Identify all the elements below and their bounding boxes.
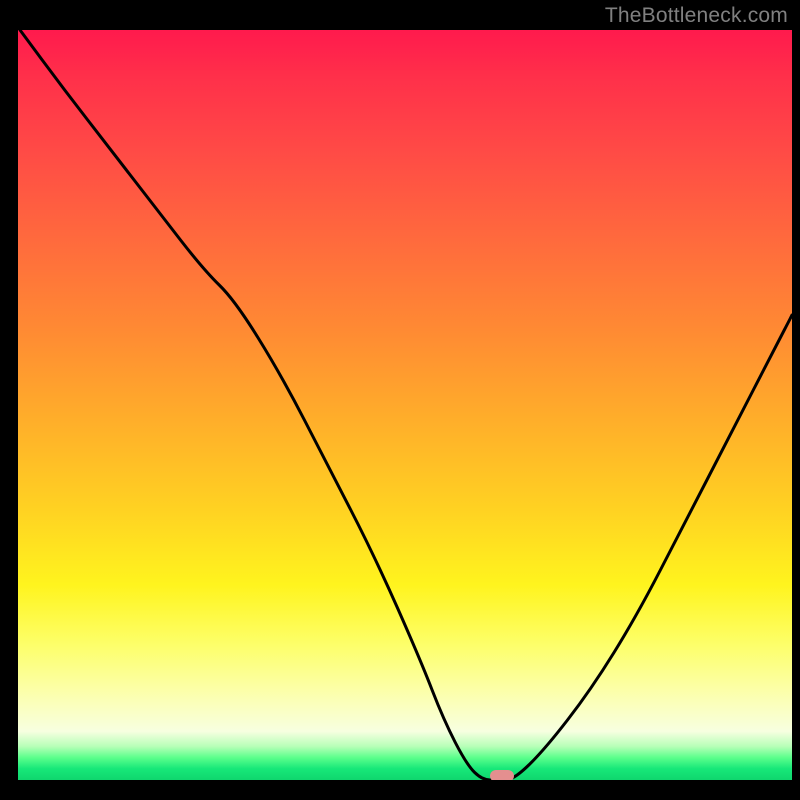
curve-svg [18, 30, 792, 780]
chart-frame: TheBottleneck.com [0, 0, 800, 800]
optimal-point-marker [490, 770, 514, 780]
plot-area [18, 30, 792, 780]
bottleneck-curve-path [20, 30, 792, 780]
watermark-text: TheBottleneck.com [605, 4, 788, 28]
